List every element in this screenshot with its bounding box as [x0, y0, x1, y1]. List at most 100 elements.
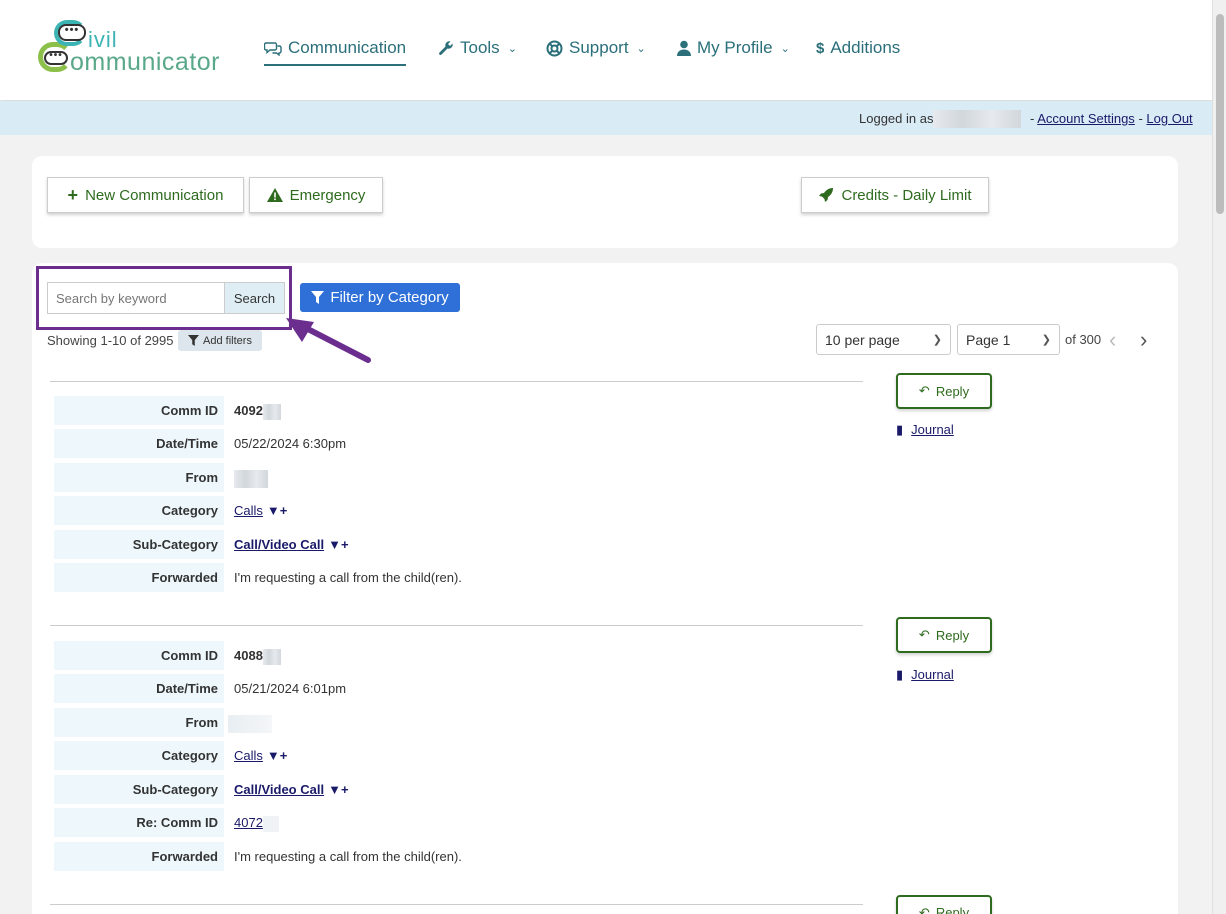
- button-label: Reply: [935, 383, 970, 399]
- log-out-link[interactable]: Log Out: [1146, 111, 1192, 126]
- new-communication-button[interactable]: + New Communication: [47, 177, 244, 213]
- nav-additions[interactable]: $ Additions: [816, 38, 900, 58]
- separator: -: [1030, 111, 1035, 126]
- select-value: 10 per page: [825, 331, 900, 348]
- nav-label: Support: [569, 38, 629, 57]
- button-label: Emergency: [289, 186, 366, 204]
- next-page-icon[interactable]: ›: [1140, 327, 1147, 353]
- record-divider: [50, 904, 863, 905]
- warning-icon: [266, 188, 283, 202]
- nav-label: Tools: [460, 38, 500, 57]
- scrollbar-thumb[interactable]: [1216, 14, 1224, 214]
- journal-label: Journal: [911, 667, 954, 682]
- record-divider: [50, 625, 863, 626]
- date-time-value: 05/21/2024 6:01pm: [234, 681, 347, 696]
- user-icon: [677, 40, 691, 56]
- redacted-sender: [228, 714, 272, 733]
- reply-button[interactable]: ↶ Reply: [896, 617, 992, 653]
- redacted-username: [933, 110, 1021, 128]
- button-label: Add filters: [203, 334, 252, 347]
- journal-link[interactable]: ▮ Journal: [896, 667, 954, 683]
- nav-label: Communication: [288, 38, 407, 57]
- from-value: [234, 463, 268, 492]
- forwarded-label: Forwarded: [54, 842, 224, 871]
- button-label: Credits - Daily Limit: [841, 186, 972, 204]
- results-count: Showing 1-10 of 2995: [47, 333, 174, 348]
- redacted-sender: [234, 469, 268, 488]
- sub-category-label: Sub-Category: [54, 530, 224, 559]
- comm-id-value: 4092: [234, 396, 281, 425]
- journal-link[interactable]: ▮ Journal: [896, 422, 954, 438]
- forwarded-label: Forwarded: [54, 563, 224, 592]
- annotation-arrow-icon: [286, 318, 371, 363]
- comments-icon: [264, 41, 282, 56]
- lifering-icon: [546, 40, 563, 56]
- filter-by-category-button[interactable]: Filter by Category: [300, 283, 460, 312]
- sub-category-link[interactable]: Call/Video Call: [234, 537, 324, 552]
- forwarded-value: I'm requesting a call from the child(ren…: [234, 570, 462, 585]
- credits-daily-limit-button[interactable]: Credits - Daily Limit: [801, 177, 989, 213]
- add-filter-icon[interactable]: ▼+: [267, 503, 287, 518]
- date-time-label: Date/Time: [54, 674, 224, 703]
- page-scrollbar[interactable]: [1212, 0, 1226, 914]
- forwarded-value: I'm requesting a call from the child(ren…: [234, 849, 462, 864]
- sub-category-value: Call/Video Call ▼+: [234, 775, 349, 804]
- civil-communicator-logo[interactable]: ••• ••• ivil ommunicator: [36, 18, 236, 80]
- separator: -: [1138, 111, 1143, 126]
- rocket-icon: [819, 188, 834, 202]
- nav-communication[interactable]: Communication: [264, 38, 407, 66]
- emergency-button[interactable]: Emergency: [249, 177, 383, 213]
- category-link[interactable]: Calls: [234, 503, 263, 518]
- add-filter-icon[interactable]: ▼+: [328, 537, 348, 552]
- category-label: Category: [54, 496, 224, 525]
- from-label: From: [54, 463, 224, 492]
- per-page-select[interactable]: 10 per page ❯: [816, 324, 951, 355]
- sub-category-link[interactable]: Call/Video Call: [234, 782, 324, 797]
- logo-text-line2: ommunicator: [70, 48, 220, 76]
- nav-my-profile[interactable]: My Profile ⌄: [677, 38, 790, 58]
- from-label: From: [54, 708, 224, 737]
- add-filters-button[interactable]: Add filters: [178, 330, 262, 351]
- add-filter-icon[interactable]: ▼+: [267, 748, 287, 763]
- top-header: ••• ••• ivil ommunicator Communication T…: [0, 0, 1212, 100]
- date-time-value: 05/22/2024 6:30pm: [234, 436, 347, 451]
- re-comm-id-value: 4072: [234, 808, 279, 837]
- plus-icon: +: [67, 184, 79, 205]
- logo-bubble-icon: •••: [58, 24, 86, 41]
- re-comm-id-label: Re: Comm ID: [54, 808, 224, 837]
- reply-icon: ↶: [918, 905, 930, 914]
- button-label: Reply: [935, 627, 970, 643]
- wrench-icon: [439, 41, 453, 55]
- nav-label: My Profile: [697, 38, 773, 57]
- book-icon: ▮: [896, 422, 904, 437]
- button-label: Reply: [935, 905, 970, 914]
- date-time-label: Date/Time: [54, 429, 224, 458]
- account-bar: Logged in as - Account Settings - Log Ou…: [0, 101, 1212, 135]
- reply-icon: ↶: [918, 627, 930, 642]
- chevron-down-icon: ❯: [932, 334, 942, 346]
- annotation-highlight-box: [36, 266, 292, 330]
- book-icon: ▮: [896, 667, 904, 682]
- page-select[interactable]: Page 1 ❯: [957, 324, 1060, 355]
- nav-support[interactable]: Support ⌄: [546, 38, 646, 58]
- category-link[interactable]: Calls: [234, 748, 263, 763]
- chevron-down-icon: ❯: [1041, 334, 1051, 346]
- reply-button[interactable]: ↶ Reply: [896, 373, 992, 409]
- sub-category-label: Sub-Category: [54, 775, 224, 804]
- nav-tools[interactable]: Tools ⌄: [438, 38, 517, 58]
- dollar-icon: $: [816, 39, 825, 57]
- select-value: Page 1: [966, 331, 1011, 348]
- filter-icon: [188, 335, 200, 346]
- chevron-down-icon: ⌄: [636, 42, 646, 55]
- add-filter-icon[interactable]: ▼+: [328, 782, 348, 797]
- chevron-down-icon: ⌄: [780, 42, 790, 55]
- reply-button[interactable]: ↶ Reply: [896, 895, 992, 914]
- re-comm-id-link[interactable]: 4072: [234, 815, 263, 830]
- reply-icon: ↶: [918, 383, 930, 398]
- account-links: - Account Settings - Log Out: [1030, 111, 1193, 126]
- category-label: Category: [54, 741, 224, 770]
- chevron-down-icon: ⌄: [507, 42, 517, 55]
- prev-page-icon[interactable]: ‹: [1109, 327, 1116, 353]
- account-settings-link[interactable]: Account Settings: [1037, 111, 1135, 126]
- button-label: New Communication: [85, 186, 224, 204]
